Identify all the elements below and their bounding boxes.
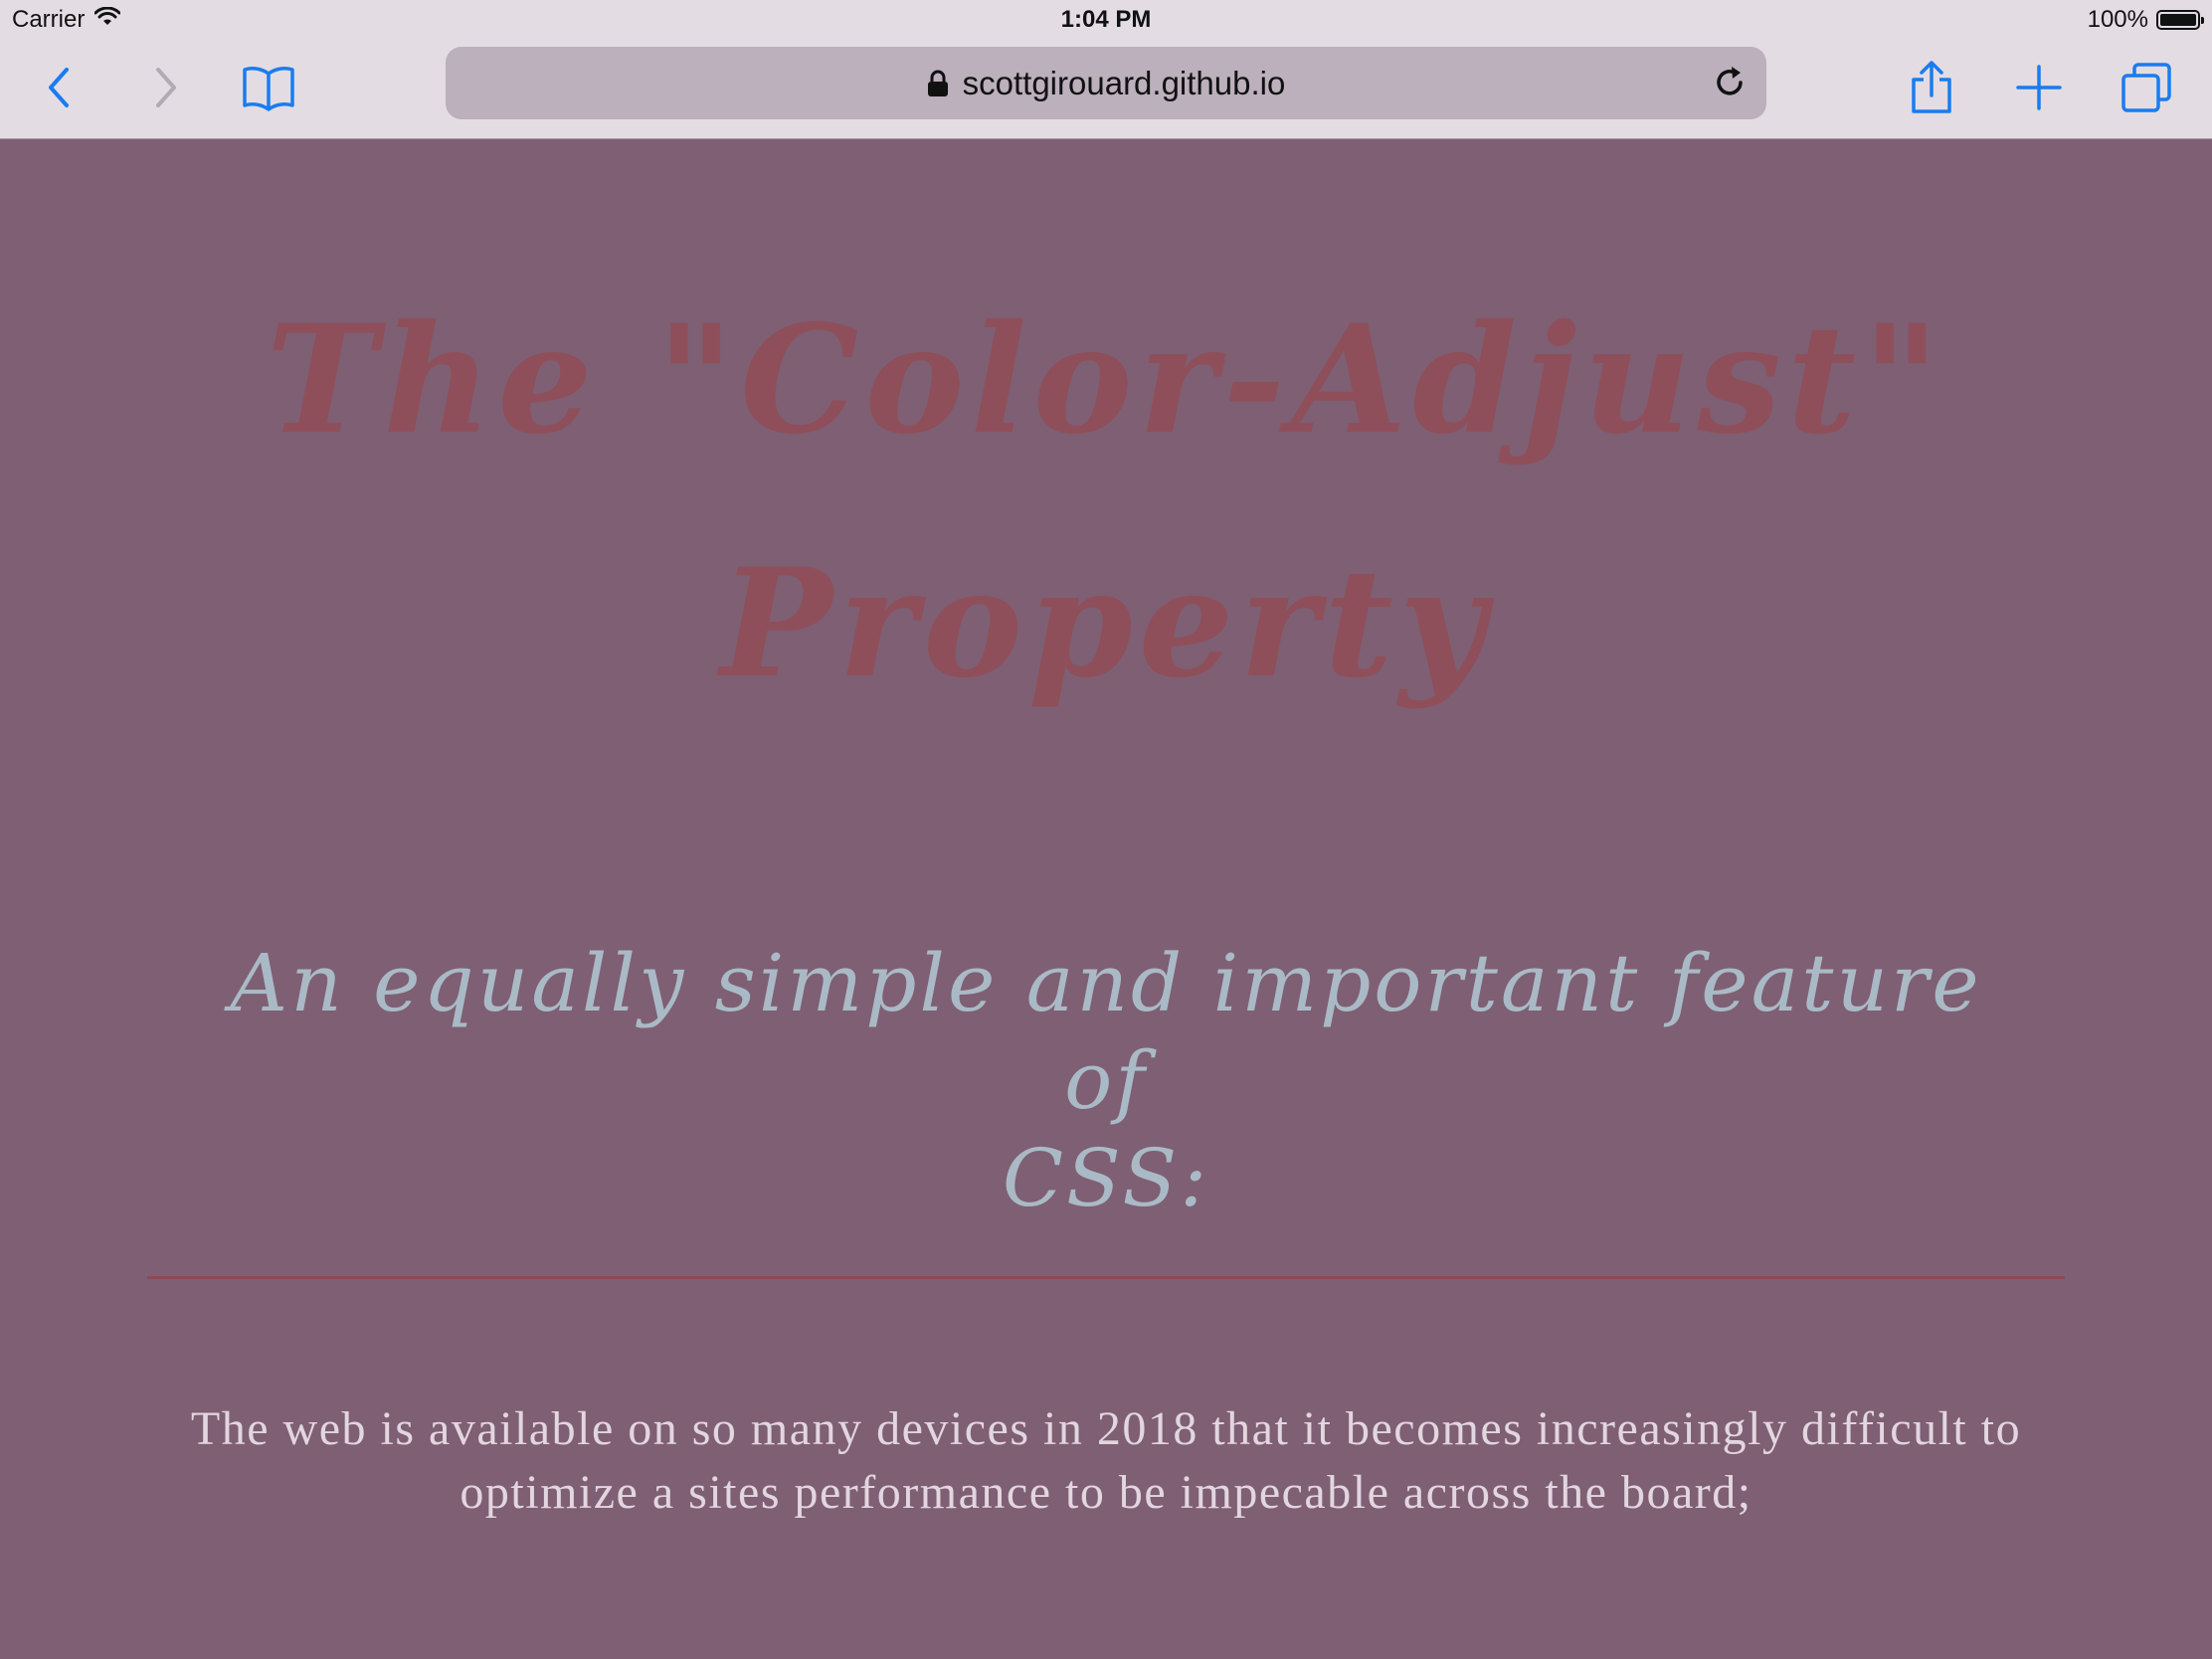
back-button[interactable] [28,56,92,119]
browser-toolbar: scottgirouard.github.io [0,40,2212,139]
address-bar[interactable]: scottgirouard.github.io [446,47,1766,119]
web-content: The "Color-Adjust" Property An equally s… [0,139,2212,1659]
battery-indicator: 100% [2087,6,2204,34]
page-subtitle-line-2: CSS: [1002,1132,1210,1224]
reload-button[interactable] [1711,63,1751,102]
book-icon [243,67,294,111]
intro-paragraph-line-2: optimize a sites performance to be impec… [460,1466,1752,1519]
page-title: The "Color-Adjust" Property [0,259,2212,746]
url-text: scottgirouard.github.io [962,64,1286,101]
chevron-left-icon [49,68,69,107]
reload-icon [1717,67,1743,95]
battery-percent: 100% [2087,6,2148,33]
page-title-line-2: Property [720,536,1492,711]
share-icon [1912,61,1951,113]
new-tab-button[interactable] [2007,56,2071,119]
section-divider [147,1276,2065,1279]
bookmarks-button[interactable] [237,56,300,119]
tabs-button[interactable] [2115,56,2178,119]
battery-level-fill [2160,14,2196,26]
tabs-icon [2121,63,2171,112]
lock-icon [927,70,949,97]
intro-paragraph-line-1: The web is available on so many devices … [190,1402,2022,1455]
share-button[interactable] [1900,56,1963,119]
status-time: 1:04 PM [1060,6,1152,33]
intro-paragraph: The web is available on so many devices … [119,1397,2093,1525]
page-subtitle: An equally simple and important feature … [179,935,2033,1227]
battery-icon [2156,10,2204,30]
page-subtitle-line-1: An equally simple and important feature … [230,937,1982,1127]
forward-button[interactable] [133,56,197,119]
status-bar: Carrier 1:04 PM 100% [0,0,2212,40]
page-title-line-1: The "Color-Adjust" [266,292,1946,467]
chevron-right-icon [156,68,176,107]
plus-icon [2016,65,2062,110]
